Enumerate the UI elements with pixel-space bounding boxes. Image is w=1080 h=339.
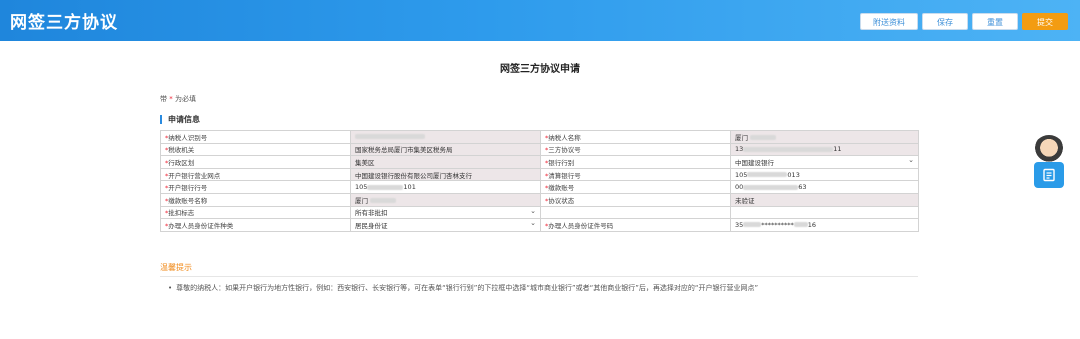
field-label: *办理人员身份证件种类 (160, 218, 351, 232)
taxpayer-name-field: 厦门 (730, 130, 919, 144)
field-label: *缴款账号名称 (160, 192, 351, 207)
tax-office-field: 国家税务总局厦门市集美区税务局 (350, 142, 541, 157)
bank-branch-field[interactable]: 中国建设银行股份有限公司厦门杏林支行 (350, 167, 541, 182)
save-button[interactable]: 保存 (922, 13, 968, 30)
field-label: *开户银行营业网点 (160, 167, 351, 182)
table-row: *批扣标志 所有非批扣 ⌄ (160, 205, 919, 220)
district-field: 集美区 (350, 155, 541, 169)
tips-divider (160, 276, 918, 277)
application-form-table: *纳税人识别号 *纳税人名称 厦门 *税收机关 国家税务总局厦门市集美区税务局 … (160, 130, 919, 232)
table-row: *办理人员身份证件种类 居民身份证 ⌄ *办理人员身份证件号码 35 *******… (160, 218, 919, 232)
field-label: *开户银行行号 (160, 180, 351, 194)
table-row: *税收机关 国家税务总局厦门市集美区税务局 *三方协议号 13 11 (160, 142, 919, 157)
chevron-down-icon: ⌄ (530, 219, 536, 228)
required-note-prefix: 带 (160, 95, 167, 103)
id-number-input[interactable]: 35 ********** 16 (730, 218, 919, 232)
field-label: *协议状态 (540, 192, 731, 207)
table-row: *行政区划 集美区 *银行行别 中国建设银行 ⌄ (160, 155, 919, 169)
table-row: *开户银行营业网点 中国建设银行股份有限公司厦门杏林支行 *清算银行号 105 0… (160, 167, 919, 182)
clearing-bank-field: 105 013 (730, 167, 919, 182)
field-label: *银行行别 (540, 155, 731, 169)
required-star: * (169, 95, 173, 103)
reset-button[interactable]: 重置 (972, 13, 1018, 30)
agreement-number-field: 13 11 (730, 142, 919, 157)
account-name-field: 厦门 (350, 192, 541, 207)
chevron-down-icon: ⌄ (908, 156, 914, 165)
field-label: *纳税人名称 (540, 130, 731, 144)
submit-button[interactable]: 提交 (1022, 13, 1068, 30)
bullet: • (168, 284, 173, 292)
empty-cell (540, 205, 731, 220)
tips-content: 尊敬的纳税人：如果开户银行为地方性银行，例如：西安银行、长安银行等，可在表单“银… (176, 284, 759, 292)
required-note: 带 * 为必填 (160, 94, 196, 104)
document-icon[interactable] (1034, 162, 1064, 188)
field-label: *税收机关 (160, 142, 351, 157)
account-number-input[interactable]: 00 63 (730, 180, 919, 194)
required-note-suffix: 为必填 (174, 95, 196, 103)
attach-materials-button[interactable]: 附送资料 (860, 13, 918, 30)
field-label: *批扣标志 (160, 205, 351, 220)
empty-cell (730, 205, 919, 220)
taxpayer-id-field (350, 130, 541, 144)
tips-text: • 尊敬的纳税人：如果开户银行为地方性银行，例如：西安银行、长安银行等，可在表单“… (168, 283, 908, 294)
field-label: *纳税人识别号 (160, 130, 351, 144)
section-title: 申请信息 (160, 115, 200, 124)
header-bar: 网签三方协议 附送资料 保存 重置 提交 (0, 0, 1080, 41)
table-row: *开户银行行号 105 101 *缴款账号 00 63 (160, 180, 919, 194)
form-title: 网签三方协议申请 (500, 64, 580, 75)
batch-flag-select[interactable]: 所有非批扣 ⌄ (350, 205, 541, 220)
field-label: *缴款账号 (540, 180, 731, 194)
bank-code-field: 105 101 (350, 180, 541, 194)
tips-title: 温馨提示 (160, 263, 192, 272)
field-label: *三方协议号 (540, 142, 731, 157)
field-label: *清算银行号 (540, 167, 731, 182)
id-type-select[interactable]: 居民身份证 ⌄ (350, 218, 541, 232)
field-label: *行政区划 (160, 155, 351, 169)
chevron-down-icon: ⌄ (530, 206, 536, 215)
table-row: *纳税人识别号 *纳税人名称 厦门 (160, 130, 919, 144)
table-row: *缴款账号名称 厦门 *协议状态 未验证 (160, 192, 919, 207)
field-label: *办理人员身份证件号码 (540, 218, 731, 232)
app-title: 网签三方协议 (10, 13, 118, 33)
agreement-status-field: 未验证 (730, 192, 919, 207)
bank-category-select[interactable]: 中国建设银行 ⌄ (730, 155, 919, 169)
